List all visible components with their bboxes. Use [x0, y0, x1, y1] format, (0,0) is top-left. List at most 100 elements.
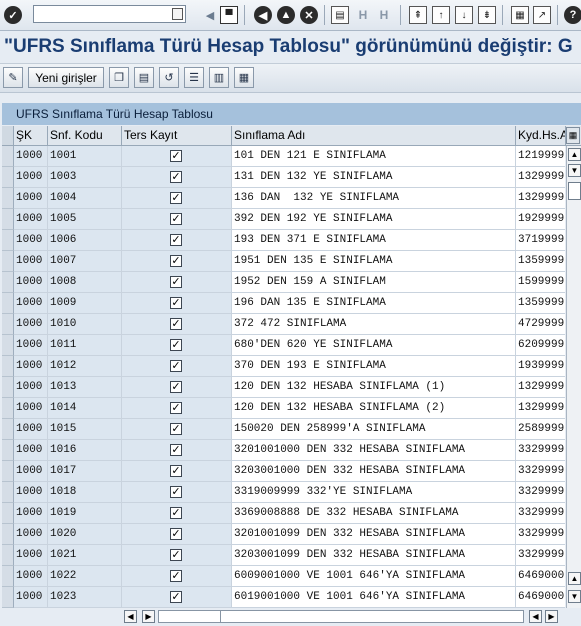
cell-account[interactable]: 3329999 [516, 524, 565, 545]
reverse-entry-checkbox[interactable]: ✓ [170, 213, 182, 225]
cell-account[interactable]: 1359999 [516, 251, 565, 272]
reverse-entry-checkbox[interactable]: ✓ [170, 444, 182, 456]
row-selector[interactable] [2, 230, 14, 251]
deselect-all-icon[interactable]: ▦ [234, 67, 254, 88]
scroll-left-icon[interactable]: ◀ [124, 610, 137, 623]
reverse-entry-checkbox[interactable]: ✓ [170, 192, 182, 204]
horizontal-scroll-thumb[interactable] [160, 611, 221, 622]
reverse-entry-checkbox[interactable]: ✓ [170, 171, 182, 183]
cell-account[interactable]: 4729999 [516, 314, 565, 335]
row-selector[interactable] [2, 146, 14, 167]
row-selector[interactable] [2, 251, 14, 272]
cell-class-name[interactable]: 3201001000 DEN 332 HESABA SINIFLAMA [232, 440, 516, 461]
table-settings-icon[interactable]: ▦ [566, 127, 580, 144]
select-all-rows-button[interactable] [2, 126, 14, 145]
undo-change-icon[interactable]: ↺ [159, 67, 179, 88]
reverse-entry-checkbox[interactable]: ✓ [170, 255, 182, 267]
cancel-icon[interactable]: ✕ [300, 6, 318, 24]
create-session-icon[interactable]: ▦ [511, 6, 529, 24]
row-selector[interactable] [2, 482, 14, 503]
find-icon[interactable]: H [354, 6, 372, 24]
scroll-right-icon[interactable]: ▶ [142, 610, 155, 623]
scroll-left-end-icon[interactable]: ◀ [529, 610, 542, 623]
row-selector[interactable] [2, 356, 14, 377]
cell-account[interactable]: 1359999 [516, 293, 565, 314]
cell-class-name[interactable]: 6009001000 VE 1001 646'YA SINIFLAMA [232, 566, 516, 587]
find-next-icon[interactable]: H [375, 6, 393, 24]
cell-account[interactable]: 3329999 [516, 482, 565, 503]
column-header-class-code[interactable]: Snf. Kodu [48, 126, 122, 145]
new-entries-button[interactable]: Yeni girişler [28, 67, 104, 88]
row-selector[interactable] [2, 167, 14, 188]
help-icon[interactable]: ? [564, 6, 581, 24]
cell-account[interactable]: 1329999 [516, 188, 565, 209]
reverse-entry-checkbox[interactable]: ✓ [170, 570, 182, 582]
row-selector[interactable] [2, 314, 14, 335]
reverse-entry-checkbox[interactable]: ✓ [170, 297, 182, 309]
select-all-icon[interactable]: ☰ [184, 67, 204, 88]
back-arrow-icon[interactable]: ◀ [201, 6, 219, 24]
cell-account[interactable]: 3329999 [516, 545, 565, 566]
cell-class-name[interactable]: 150020 DEN 258999'A SINIFLAMA [232, 419, 516, 440]
command-field-value[interactable] [34, 10, 37, 22]
reverse-entry-checkbox[interactable]: ✓ [170, 402, 182, 414]
row-selector[interactable] [2, 587, 14, 608]
back-icon[interactable]: ◀ [254, 6, 272, 24]
reverse-entry-checkbox[interactable]: ✓ [170, 507, 182, 519]
cell-account[interactable]: 3329999 [516, 440, 565, 461]
cell-class-name[interactable]: 193 DEN 371 E SINIFLAMA [232, 230, 516, 251]
cell-class-name[interactable]: 3203001000 DEN 332 HESABA SINIFLAMA [232, 461, 516, 482]
cell-account[interactable]: 1929999 [516, 209, 565, 230]
cell-account[interactable]: 1329999 [516, 377, 565, 398]
scroll-top-icon[interactable]: ▲ [568, 148, 581, 161]
shortcut-icon[interactable]: ↗ [533, 6, 551, 24]
exit-icon[interactable]: ▲ [277, 6, 295, 24]
row-selector[interactable] [2, 335, 14, 356]
cell-class-name[interactable]: 1951 DEN 135 E SINIFLAMA [232, 251, 516, 272]
cell-account[interactable]: 1329999 [516, 398, 565, 419]
print-icon[interactable]: ▤ [331, 6, 349, 24]
cell-account[interactable]: 6469000 [516, 587, 565, 608]
reverse-entry-checkbox[interactable]: ✓ [170, 318, 182, 330]
cell-class-name[interactable]: 680'DEN 620 YE SINIFLAMA [232, 335, 516, 356]
cell-class-name[interactable]: 392 DEN 192 YE SINIFLAMA [232, 209, 516, 230]
delete-icon[interactable]: ▤ [134, 67, 154, 88]
row-selector[interactable] [2, 272, 14, 293]
row-selector[interactable] [2, 293, 14, 314]
reverse-entry-checkbox[interactable]: ✓ [170, 234, 182, 246]
reverse-entry-checkbox[interactable]: ✓ [170, 528, 182, 540]
cell-account[interactable]: 1329999 [516, 167, 565, 188]
vertical-scroll-thumb[interactable] [568, 182, 581, 200]
scroll-down-icon[interactable]: ▲ [568, 572, 581, 585]
cell-account[interactable]: 3329999 [516, 461, 565, 482]
cell-class-name[interactable]: 196 DAN 135 E SINIFLAMA [232, 293, 516, 314]
cell-class-name[interactable]: 101 DEN 121 E SINIFLAMA [232, 146, 516, 167]
horizontal-scrollbar[interactable]: ◀ ▶ ◀ ▶ [0, 608, 581, 626]
previous-page-icon[interactable]: ↑ [432, 6, 450, 24]
cell-class-name[interactable]: 370 DEN 193 E SINIFLAMA [232, 356, 516, 377]
scroll-up-icon[interactable]: ▼ [568, 164, 581, 177]
row-selector[interactable] [2, 566, 14, 587]
reverse-entry-checkbox[interactable]: ✓ [170, 591, 182, 603]
column-header-account[interactable]: Kyd.Hs.A [516, 126, 566, 145]
cell-class-name[interactable]: 120 DEN 132 HESABA SINIFLAMA (1) [232, 377, 516, 398]
row-selector[interactable] [2, 209, 14, 230]
cell-class-name[interactable]: 1952 DEN 159 A SINIFLAM [232, 272, 516, 293]
cell-class-name[interactable]: 3369008888 DE 332 HESABA SINIFLAMA [232, 503, 516, 524]
row-selector[interactable] [2, 398, 14, 419]
cell-class-name[interactable]: 136 DAN 132 YE SINIFLAMA [232, 188, 516, 209]
last-page-icon[interactable]: ⇟ [478, 6, 496, 24]
cell-account[interactable]: 2589999 [516, 419, 565, 440]
cell-account[interactable]: 6209999 [516, 335, 565, 356]
row-selector[interactable] [2, 524, 14, 545]
column-header-class-name[interactable]: Sınıflama Adı [232, 126, 516, 145]
command-field[interactable] [33, 5, 186, 23]
reverse-entry-checkbox[interactable]: ✓ [170, 381, 182, 393]
cell-class-name[interactable]: 131 DEN 132 YE SINIFLAMA [232, 167, 516, 188]
scroll-right-end-icon[interactable]: ▶ [545, 610, 558, 623]
cell-class-name[interactable]: 3201001099 DEN 332 HESABA SINIFLAMA [232, 524, 516, 545]
row-selector[interactable] [2, 440, 14, 461]
row-selector[interactable] [2, 461, 14, 482]
row-selector[interactable] [2, 188, 14, 209]
cell-account[interactable]: 1219999 [516, 146, 565, 167]
